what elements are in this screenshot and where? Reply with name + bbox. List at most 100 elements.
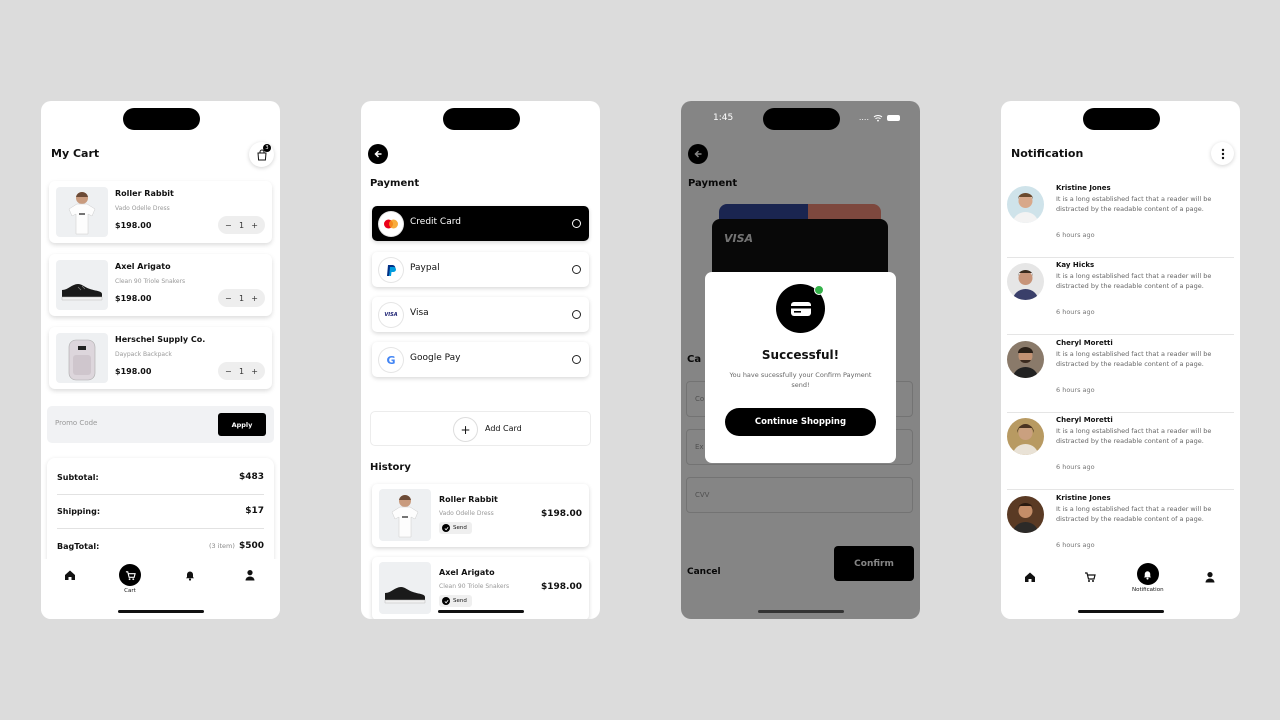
order-summary: Subtotal: $483 Shipping: $17 BagTotal: (… <box>47 458 274 568</box>
back-button[interactable] <box>368 144 388 164</box>
quantity-stepper: − 1 + <box>218 289 265 307</box>
add-card-button[interactable]: + Add Card <box>370 411 591 446</box>
tab-notification-active <box>1136 563 1159 585</box>
increase-button[interactable]: + <box>251 294 258 303</box>
quantity-stepper: − 1 + <box>218 216 265 234</box>
modal-message: You have sucessfully your Confirm Paymen… <box>729 371 872 390</box>
payment-option-label: Google Pay <box>410 353 461 363</box>
mastercard-logo-icon <box>379 212 403 236</box>
radio-button[interactable] <box>572 265 581 274</box>
page-title: My Cart <box>51 147 100 160</box>
radio-button[interactable] <box>572 355 581 364</box>
tab-cart[interactable] <box>1084 571 1096 583</box>
status-time: 1:45 <box>713 113 734 123</box>
notification-text: It is a long established fact that a rea… <box>1056 350 1212 369</box>
item-price: $198.00 <box>115 221 152 230</box>
more-vertical-icon <box>1221 148 1224 159</box>
dynamic-island <box>122 108 200 130</box>
notification-time: 6 hours ago <box>1056 463 1095 471</box>
radio-button[interactable] <box>572 310 581 319</box>
status-badge: Send <box>439 522 472 534</box>
status-icons: .... <box>859 113 900 122</box>
continue-shopping-button[interactable]: Continue Shopping <box>725 408 876 436</box>
tab-home[interactable] <box>1024 571 1036 583</box>
avatar <box>1007 418 1044 455</box>
success-modal: Successful! You have sucessfully your Co… <box>705 272 896 463</box>
dynamic-island <box>442 108 520 130</box>
radio-button[interactable] <box>572 219 581 228</box>
notification-text: It is a long established fact that a rea… <box>1056 272 1212 291</box>
notification-name: Kay Hicks <box>1056 261 1095 269</box>
tab-notification[interactable] <box>184 569 196 581</box>
item-subtitle: Vado Odelle Dress <box>115 205 170 212</box>
history-item-name: Axel Arigato <box>439 568 495 577</box>
item-name: Herschel Supply Co. <box>115 335 206 344</box>
notification-item[interactable]: Kristine Jones It is a long established … <box>1007 492 1234 568</box>
bagtotal-items: (3 item) <box>208 542 235 550</box>
avatar <box>1007 341 1044 378</box>
more-options-button[interactable] <box>1211 142 1234 165</box>
apply-button[interactable]: Apply <box>218 413 266 436</box>
cart-item[interactable]: Axel Arigato Clean 90 Triole Snakers $19… <box>49 254 272 316</box>
visa-logo-text: VISA <box>384 312 398 318</box>
notification-text: It is a long established fact that a rea… <box>1056 195 1212 214</box>
notification-item[interactable]: Cheryl Moretti It is a long established … <box>1007 414 1234 490</box>
promo-input[interactable]: Promo Code <box>55 419 97 427</box>
increase-button[interactable]: + <box>251 367 258 376</box>
history-item-subtitle: Vado Odelle Dress <box>439 510 494 517</box>
quantity-value: 1 <box>238 293 245 303</box>
bell-icon <box>186 571 194 581</box>
bag-count-badge: 3 <box>263 144 271 152</box>
bag-button[interactable]: 3 <box>249 142 274 167</box>
history-item-subtitle: Clean 90 Triole Snakers <box>439 583 510 590</box>
payment-option-label: Visa <box>410 308 429 318</box>
divider <box>1007 412 1234 413</box>
history-item-price: $198.00 <box>541 582 582 592</box>
tab-home[interactable] <box>64 569 76 581</box>
shipping-label: Shipping: <box>57 506 101 516</box>
cart-screen: My Cart 3 Roller Rabbit Vado Odelle Dres… <box>41 101 280 619</box>
product-image <box>56 260 108 310</box>
increase-button[interactable]: + <box>251 221 258 230</box>
decrease-button[interactable]: − <box>225 294 232 303</box>
notification-name: Cheryl Moretti <box>1056 416 1113 424</box>
payment-option-credit-card[interactable]: Credit Card <box>372 206 589 241</box>
payment-option-google-pay[interactable]: G Google Pay <box>372 342 589 377</box>
cart-item[interactable]: Herschel Supply Co. Daypack Backpack $19… <box>49 327 272 389</box>
tab-notification[interactable]: Notification <box>1132 563 1164 593</box>
tab-profile[interactable] <box>1204 571 1216 583</box>
status-text: Send <box>453 598 467 604</box>
home-indicator <box>117 610 204 613</box>
notification-time: 6 hours ago <box>1056 386 1095 394</box>
home-indicator <box>437 610 524 613</box>
visa-logo-icon: VISA <box>379 303 403 327</box>
cart-item[interactable]: Roller Rabbit Vado Odelle Dress $198.00 … <box>49 181 272 243</box>
payment-option-visa[interactable]: VISA Visa <box>372 297 589 332</box>
dynamic-island <box>762 108 840 130</box>
signal-icon: .... <box>858 113 869 122</box>
notification-item[interactable]: Kristine Jones It is a long established … <box>1007 182 1234 258</box>
tab-cart-label: Cart <box>124 588 136 594</box>
notification-item[interactable]: Kay Hicks It is a long established fact … <box>1007 259 1234 335</box>
notification-name: Cheryl Moretti <box>1056 339 1113 347</box>
decrease-button[interactable]: − <box>225 367 232 376</box>
bagtotal-label: BagTotal: <box>57 541 100 551</box>
divider <box>1007 257 1234 258</box>
product-image <box>379 562 431 614</box>
avatar <box>1007 186 1044 223</box>
subtotal-value: $483 <box>238 472 264 482</box>
decrease-button[interactable]: − <box>225 221 232 230</box>
tab-cart[interactable]: Cart <box>119 564 141 594</box>
notification-item[interactable]: Cheryl Moretti It is a long established … <box>1007 337 1234 413</box>
product-image <box>56 333 108 383</box>
divider <box>1007 334 1234 335</box>
dynamic-island <box>1082 108 1160 130</box>
tab-profile[interactable] <box>244 569 256 581</box>
cart-icon <box>1085 572 1096 582</box>
shipping-value: $17 <box>245 506 264 516</box>
history-item[interactable]: Roller Rabbit Vado Odelle Dress Send $19… <box>372 484 589 547</box>
promo-code-field[interactable]: Promo Code Apply <box>47 406 274 443</box>
notification-screen: Notification Kristine Jones It is a long… <box>1001 101 1240 619</box>
notification-time: 6 hours ago <box>1056 541 1095 549</box>
payment-option-paypal[interactable]: Paypal <box>372 252 589 287</box>
